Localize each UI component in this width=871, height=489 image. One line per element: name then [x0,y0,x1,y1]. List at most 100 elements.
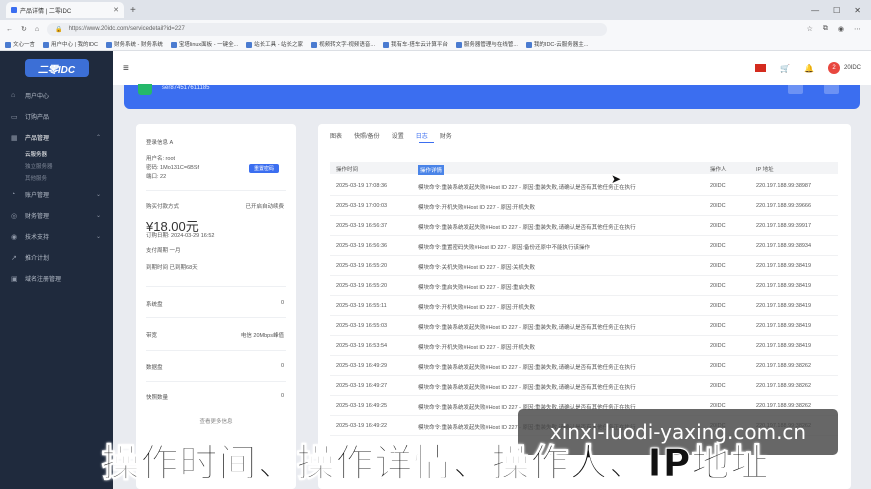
reset-password-button[interactable]: 重置密码 [249,164,280,173]
sidebar-item[interactable]: ↗ 推介计划 [0,247,113,268]
sidebar-item[interactable]: ⌂ 用户中心 [0,85,113,106]
sidebar-item-label: 用户中心 [25,94,50,100]
divider [146,381,286,382]
chevron-up-icon: ⌃ [95,135,101,141]
home-icon[interactable]: ⌂ [35,26,39,33]
profile-icon[interactable]: ◉ [838,25,844,33]
detail-tab[interactable]: 设置 [392,131,404,140]
sidebar-item[interactable]: ◔ 账户管理 ⌄ [0,184,113,205]
detail-tab[interactable]: 日志 [416,131,428,140]
view-more-link[interactable]: 查看更多信息 [136,417,296,425]
chevron-down-icon: ⌄ [95,213,101,219]
table-row: 2025-03-19 16:53:54 模块命令:开机失败#Host ID 227… [330,336,838,356]
bookmark-item[interactable]: 我的IDC-云服务器主... [525,40,588,48]
sidebar-subitem[interactable]: 云服务器 [0,148,113,160]
logo[interactable]: 二零IDC [0,51,113,85]
video-subtitle: 操作时间、操作详情、操作人、IP地址 [101,441,770,486]
username[interactable]: 20IDC [844,65,861,71]
url-input[interactable]: 🔒 https://www.20idc.com/servicedetail?id… [47,22,608,36]
sidebar-item[interactable]: ▦ 产品管理 ⌃ [0,127,113,148]
address-bar: ← ↻ ⌂ 🔒 https://www.20idc.com/servicedet… [0,20,871,38]
bookmark-item[interactable]: 我有车-搭车云计算平台 [382,40,448,48]
cell-detail: 模块命令:开机失败#Host ID 227 - 原因:开机失败 [418,345,536,351]
cell-detail: 模块命令:开机失败#Host ID 227 - 原因:开机失败 [418,205,536,211]
cell-operator: 20IDC [710,183,726,189]
sidebar-item-label: 产品管理 [25,136,50,142]
bookmark-icon [105,41,112,48]
close-window-icon[interactable]: ✕ [854,6,861,15]
table-row: 2025-03-19 16:56:37 模块命令:重装系统发起失败#Host ID… [330,216,838,236]
cell-detail: 模块命令:重装系统发起失败#Host ID 227 - 原因:重装失败,请确认是… [418,325,636,331]
sidebar-item[interactable]: ▭ 订购产品 [0,106,113,127]
cart-icon[interactable]: 🛒 [780,64,790,73]
bookmark-label: 财务系统 - 财务系统 [113,42,163,48]
sidebar-item-label: 推介计划 [25,256,50,262]
table-row: 2025-03-19 16:55:20 模块命令:关机失败#Host ID 227… [330,256,838,276]
login-username: 用户名: root [146,156,176,162]
snapshot-count-value: 0 [280,393,284,399]
new-tab-icon[interactable]: + [130,5,136,16]
detail-tab[interactable]: 财务 [440,131,452,140]
hamburger-icon[interactable]: ≡ [123,63,129,74]
bandwidth-label: 带宽 [146,333,158,339]
close-tab-icon[interactable]: ✕ [113,6,119,14]
cell-operator: 20IDC [710,243,726,249]
order-time: 订购日期: 2024-03-29 16:52 [146,233,215,239]
cell-ip: 220.197.188.99:38262 [756,363,812,369]
bookmark-icon [311,41,318,48]
bookmark-label: 站长工具 - 站长之家 [254,42,304,48]
share-icon: ↗ [11,254,17,262]
cell-detail: 模块命令:重装系统发起失败#Host ID 227 - 原因:重装失败,请确认是… [418,185,636,191]
table-row: 2025-03-19 16:55:03 模块命令:重装系统发起失败#Host ID… [330,316,838,336]
banner-button-2[interactable] [824,83,839,94]
bell-icon[interactable]: 🔔 [804,64,814,73]
auto-renew[interactable]: 已开启自动续费 [245,202,284,210]
log-table-header: 操作时间 操作详情 操作人 IP 地址 [330,162,838,175]
active-tab-indicator [419,142,434,143]
bookmark-item[interactable]: 站长工具 - 站长之家 [246,40,303,48]
table-row: 2025-03-19 16:55:20 模块命令:重启失败#Host ID 227… [330,276,838,296]
star-icon[interactable]: ☆ [807,25,813,33]
reload-icon[interactable]: ↻ [21,25,27,33]
browser-tab[interactable]: 产品详情 | 二零IDC ✕ [6,2,124,18]
bookmark-item[interactable]: 文心一言 [5,40,35,48]
snapshot-count-label: 快照数量 [146,395,169,401]
menu-icon[interactable]: ⋯ [854,25,861,33]
cell-ip: 220.197.188.99:38419 [756,343,812,349]
avatar[interactable]: 2 [827,62,840,74]
bookmark-icon [382,41,389,48]
cell-ip: 220.197.188.99:39666 [756,203,812,209]
minimize-icon[interactable]: — [811,6,819,15]
sidebar-subitem[interactable]: 独立服务器 [0,160,113,172]
data-disk-label: 数据盘 [146,365,163,371]
bookmark-item[interactable]: 宝塔linux面板 - 一键全... [170,40,238,48]
divider [146,350,286,351]
pay-label: 购买付款方式 [146,204,180,210]
bookmark-item[interactable]: 财务系统 - 财务系统 [105,40,163,48]
sidebar-item[interactable]: ◉ 技术支持 ⌄ [0,226,113,247]
sidebar-item[interactable]: ▣ 域名注册管理 [0,268,113,289]
detail-tab[interactable]: 快照/备份 [354,131,380,140]
cell-time: 2025-03-19 16:55:20 [336,283,388,289]
bookmark-item[interactable]: 服务器管理与在线管... [455,40,518,48]
expire-time: 到期时间 已到期68天 [146,265,198,271]
bookmark-item[interactable]: 用户中心 | 我的IDC [43,40,98,48]
cell-operator: 20IDC [710,343,726,349]
sidebar-subitem[interactable]: 其他服务 [0,172,113,184]
sidebar-item-label: 域名注册管理 [25,277,62,283]
banner-button-1[interactable] [788,83,803,94]
bookmark-icon [43,41,50,48]
bookmark-item[interactable]: 视频转文字-视频语音... [311,40,375,48]
extensions-icon[interactable]: ⧉ [823,25,828,33]
sidebar-item[interactable]: ◎ 财务管理 ⌄ [0,205,113,226]
col-time: 操作时间 [336,167,359,173]
maximize-icon[interactable]: ☐ [833,6,840,15]
divider [146,286,286,287]
system-disk-value: 0 [280,300,284,306]
back-icon[interactable]: ← [6,26,13,33]
cell-time: 2025-03-19 17:08:36 [336,183,388,189]
language-flag-icon[interactable] [755,64,767,72]
cell-detail: 模块命令:重装系统发起失败#Host ID 227 - 原因:重装失败,请确认是… [418,365,636,371]
detail-tab[interactable]: 图表 [330,131,342,140]
screenshot-root: 产品详情 | 二零IDC ✕ + — ☐ ✕ ← ↻ ⌂ 🔒 https://w… [0,0,871,489]
